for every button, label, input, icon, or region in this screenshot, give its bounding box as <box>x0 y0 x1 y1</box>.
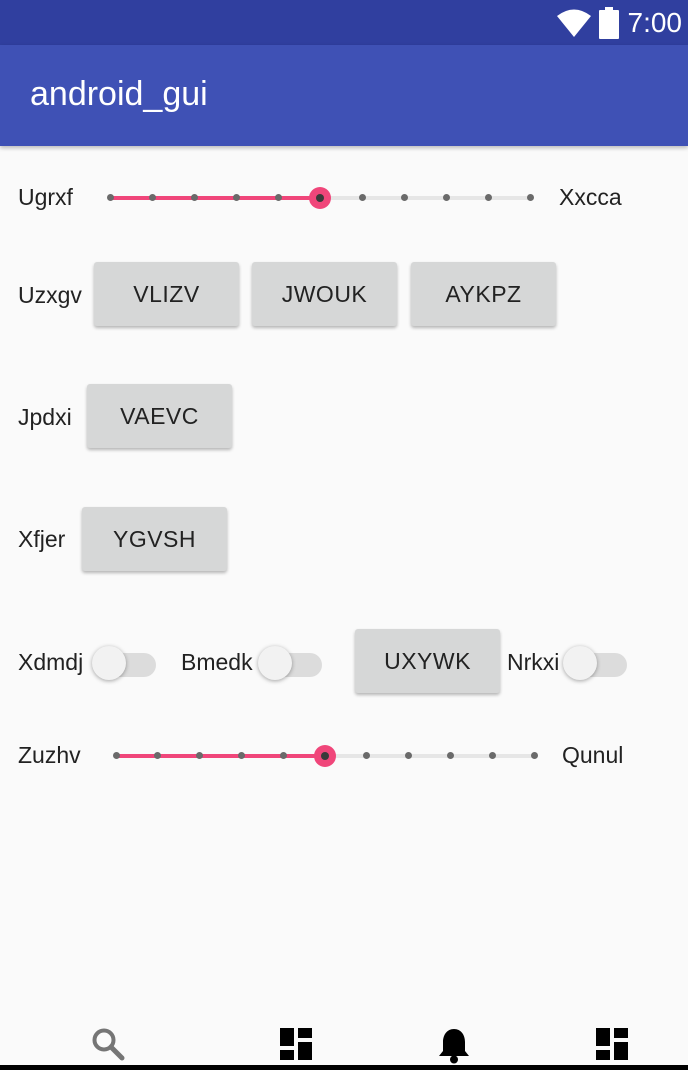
switch-label-xdmdj: Xdmdj <box>18 649 84 675</box>
search-icon <box>92 1028 125 1061</box>
slider-tick <box>488 752 496 759</box>
nav-dashboard-2[interactable] <box>592 1026 632 1066</box>
slider-tick <box>237 752 245 759</box>
nav-notifications[interactable] <box>434 1026 474 1066</box>
uxywk-button[interactable]: UXYWK <box>355 629 500 693</box>
switch-thumb <box>563 646 597 680</box>
slider-left-label: Ugrxf <box>18 184 73 210</box>
ygvsh-button[interactable]: YGVSH <box>82 507 227 571</box>
dashboard-icon <box>280 1028 312 1060</box>
row-label: Jpdxi <box>18 404 72 430</box>
slider-tick <box>530 752 538 759</box>
slider-tick <box>112 752 120 759</box>
jwouk-button[interactable]: JWOUK <box>252 262 397 326</box>
switch-row: Xdmdj Bmedk UXYWK Nrkxi <box>0 629 688 695</box>
slider-tick <box>358 194 366 201</box>
vaevc-button[interactable]: VAEVC <box>87 384 232 448</box>
seek-bar-zuzhv[interactable] <box>112 741 538 771</box>
slider-right-label: Xxcca <box>559 184 622 210</box>
slider-tick <box>190 194 198 201</box>
slider-thumb[interactable] <box>309 187 331 209</box>
bottom-edge <box>0 1065 688 1070</box>
status-time: 7:00 <box>627 7 683 38</box>
row-label: Uzxgv <box>18 282 82 308</box>
button-row-jpdxi: Jpdxi VAEVC <box>0 384 688 450</box>
switch-label-nrkxi: Nrkxi <box>507 649 560 675</box>
slider-left-label: Zuzhv <box>18 742 81 768</box>
slider-tick <box>446 752 454 759</box>
slider-tick <box>526 194 534 201</box>
xdmdj-switch[interactable] <box>92 640 156 680</box>
status-bar: 7:00 <box>0 0 688 45</box>
vlizv-button[interactable]: VLIZV <box>94 262 239 326</box>
slider-tick <box>400 194 408 201</box>
app-bar: android_gui <box>0 45 688 146</box>
nav-dashboard[interactable] <box>276 1026 316 1066</box>
slider-row-zuzhv: Zuzhv Qunul <box>0 735 688 775</box>
seek-bar-ugrxf[interactable] <box>106 183 534 213</box>
battery-icon <box>598 7 619 39</box>
status-icons: 7:00 <box>556 5 683 41</box>
app-title: android_gui <box>30 75 208 113</box>
slider-tick <box>274 194 282 201</box>
dashboard-icon <box>596 1028 628 1060</box>
slider-tick <box>279 752 287 759</box>
switch-thumb <box>258 646 292 680</box>
slider-thumb[interactable] <box>314 745 336 767</box>
nav-search[interactable] <box>88 1026 128 1066</box>
slider-tick <box>484 194 492 201</box>
slider-track-fill <box>110 196 320 200</box>
slider-tick <box>232 194 240 201</box>
slider-tick <box>106 194 114 201</box>
bell-icon <box>439 1029 469 1064</box>
slider-track-fill <box>116 754 325 758</box>
switch-thumb <box>92 646 126 680</box>
slider-tick <box>442 194 450 201</box>
switch-label-bmedk: Bmedk <box>181 649 253 675</box>
wifi-icon <box>556 9 591 37</box>
button-row-xfjer: Xfjer YGVSH <box>0 507 688 573</box>
slider-tick <box>148 194 156 201</box>
bottom-navigation <box>0 1012 688 1070</box>
aykpz-button[interactable]: AYKPZ <box>411 262 556 326</box>
row-label: Xfjer <box>18 526 66 552</box>
bmedk-switch[interactable] <box>258 640 322 680</box>
slider-row-ugrxf: Ugrxf Xxcca <box>0 178 688 218</box>
slider-right-label: Qunul <box>562 742 624 768</box>
nrkxi-switch[interactable] <box>563 640 627 680</box>
button-row-uzxgv: Uzxgv VLIZV JWOUK AYKPZ <box>0 262 688 328</box>
